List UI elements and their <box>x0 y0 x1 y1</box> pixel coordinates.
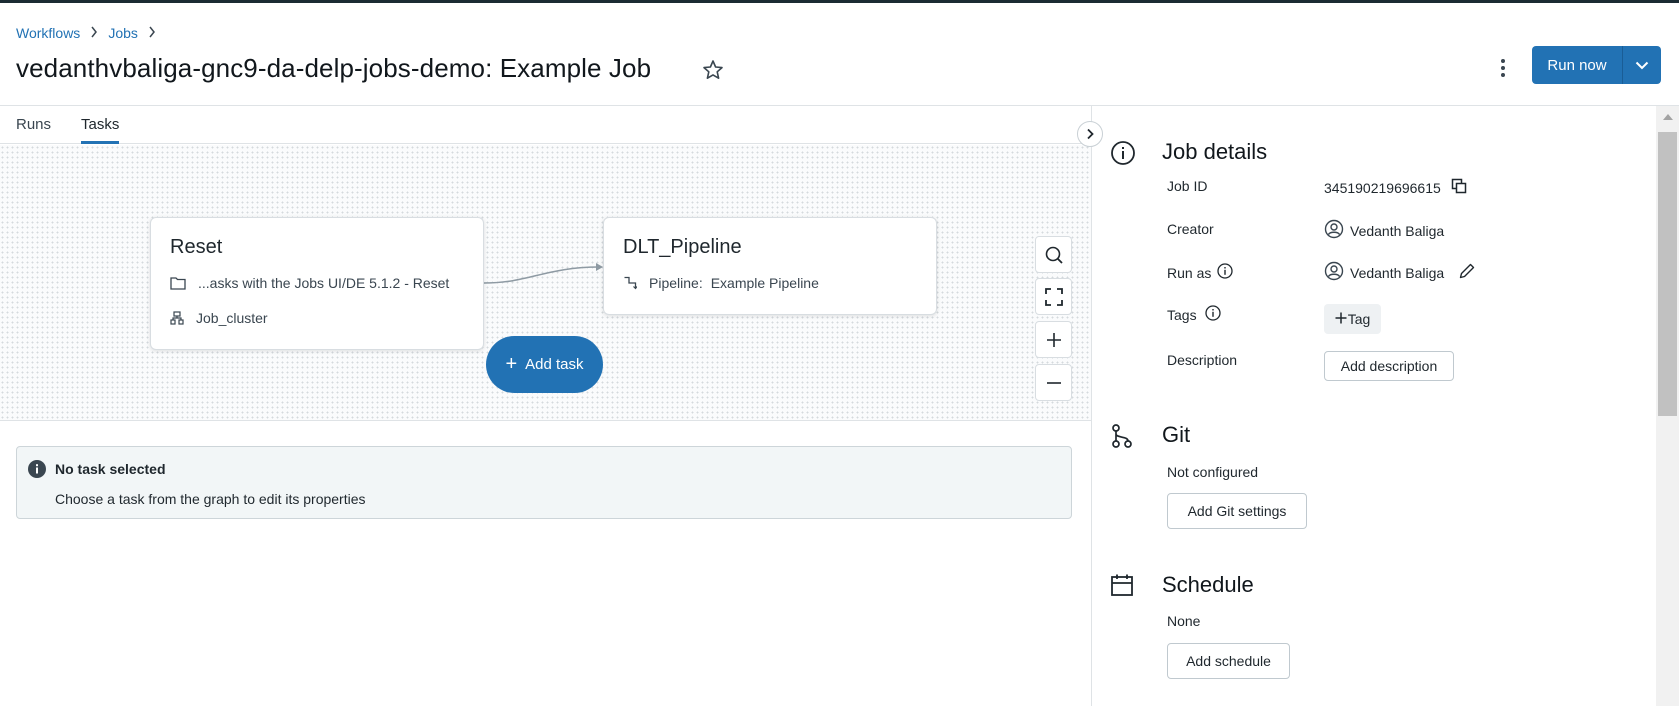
search-icon[interactable] <box>1035 236 1072 273</box>
plus-icon: + <box>505 353 518 375</box>
zoom-out-icon[interactable] <box>1035 364 1072 401</box>
add-git-settings-button[interactable]: Add Git settings <box>1167 493 1307 529</box>
breadcrumb-workflows[interactable]: Workflows <box>16 25 80 41</box>
alert-body: Choose a task from the graph to edit its… <box>55 491 366 507</box>
run-as-label: Run as <box>1167 263 1234 282</box>
chevron-right-icon <box>90 26 98 41</box>
info-icon[interactable] <box>1217 263 1234 282</box>
task-cluster: Job_cluster <box>170 310 268 326</box>
more-options-icon[interactable] <box>1493 55 1513 81</box>
task-graph-canvas[interactable]: Reset ...asks with the Jobs UI/DE 5.1.2 … <box>0 145 1091 421</box>
fit-view-icon[interactable] <box>1035 278 1072 315</box>
scroll-up-arrow-icon[interactable] <box>1663 114 1673 120</box>
tab-tasks[interactable]: Tasks <box>81 116 119 133</box>
edit-pencil-icon[interactable] <box>1458 262 1476 283</box>
task-title: Reset <box>170 236 223 258</box>
git-status: Not configured <box>1167 464 1259 480</box>
add-task-label: Add task <box>525 356 584 373</box>
scrollbar-thumb[interactable] <box>1658 132 1677 416</box>
run-as-text: Run as <box>1167 264 1212 281</box>
task-card-dlt-pipeline[interactable]: DLT_Pipeline Pipeline: Example Pipeline <box>603 217 937 315</box>
page-title: vedanthvbaliga-gnc9-da-delp-jobs-demo: E… <box>16 53 652 83</box>
cluster-icon <box>170 311 184 325</box>
run-now-button[interactable]: Run now <box>1532 46 1623 84</box>
copy-icon[interactable] <box>1451 178 1467 197</box>
run-now-group: Run now <box>1532 46 1661 84</box>
job-id-label: Job ID <box>1167 178 1208 194</box>
add-description-button[interactable]: Add description <box>1324 351 1454 381</box>
task-path-text: ...asks with the Jobs UI/DE 5.1.2 - Rese… <box>198 275 450 291</box>
user-avatar-icon <box>1324 261 1344 284</box>
tab-runs[interactable]: Runs <box>16 116 51 133</box>
run-as-name: Vedanth Baliga <box>1350 264 1445 281</box>
no-task-alert: No task selected Choose a task from the … <box>16 446 1072 519</box>
task-pipeline: Pipeline: Example Pipeline <box>623 275 819 291</box>
breadcrumb: Workflows Jobs <box>16 25 166 41</box>
job-details-title: Job details <box>1162 139 1268 164</box>
task-notebook-path: ...asks with the Jobs UI/DE 5.1.2 - Rese… <box>170 275 449 291</box>
collapse-panel-icon[interactable] <box>1077 121 1103 147</box>
pipeline-icon <box>624 276 637 290</box>
info-filled-icon <box>28 460 46 483</box>
tab-bar: Runs Tasks <box>0 106 1091 144</box>
pipeline-label: Pipeline: <box>649 275 703 291</box>
page-header: Workflows Jobs vedanthvbaliga-gnc9-da-de… <box>0 3 1679 106</box>
zoom-in-icon[interactable] <box>1035 321 1072 358</box>
add-tag-button[interactable]: Tag <box>1324 304 1381 334</box>
creator-label: Creator <box>1167 221 1214 237</box>
calendar-icon <box>1110 573 1134 602</box>
info-icon[interactable] <box>1204 305 1221 324</box>
run-as-value: Vedanth Baliga <box>1324 261 1476 284</box>
active-tab-indicator <box>81 141 119 144</box>
schedule-status: None <box>1167 613 1201 629</box>
folder-icon <box>170 277 186 290</box>
description-label: Description <box>1167 352 1238 368</box>
plus-icon <box>1335 311 1347 327</box>
breadcrumb-jobs[interactable]: Jobs <box>108 25 138 41</box>
schedule-title: Schedule <box>1162 572 1254 597</box>
tags-label: Tags <box>1167 305 1221 324</box>
creator-name: Vedanth Baliga <box>1350 222 1445 239</box>
add-schedule-button[interactable]: Add schedule <box>1167 643 1290 679</box>
job-details-panel: Job details Job ID 345190219696615 Creat… <box>1092 106 1656 706</box>
tags-text: Tags <box>1167 306 1197 323</box>
git-title: Git <box>1162 422 1191 447</box>
creator-value: Vedanth Baliga <box>1324 219 1444 242</box>
scrollbar[interactable] <box>1656 106 1679 706</box>
user-avatar-icon <box>1324 219 1344 242</box>
alert-title: No task selected <box>55 461 166 477</box>
task-card-reset[interactable]: Reset ...asks with the Jobs UI/DE 5.1.2 … <box>150 217 484 350</box>
favorite-star-icon[interactable] <box>701 58 725 82</box>
add-task-button[interactable]: + Add task <box>486 336 603 393</box>
job-id-text: 345190219696615 <box>1324 179 1441 196</box>
add-tag-label: Tag <box>1347 311 1371 327</box>
git-branch-icon <box>1110 423 1134 454</box>
job-id-value: 345190219696615 <box>1324 178 1467 197</box>
task-title: DLT_Pipeline <box>623 236 742 258</box>
task-cluster-text: Job_cluster <box>196 310 268 326</box>
chevron-right-icon <box>148 26 156 41</box>
pipeline-name: Example Pipeline <box>710 275 819 291</box>
chevron-down-icon[interactable] <box>1623 46 1661 84</box>
info-icon <box>1110 140 1136 171</box>
